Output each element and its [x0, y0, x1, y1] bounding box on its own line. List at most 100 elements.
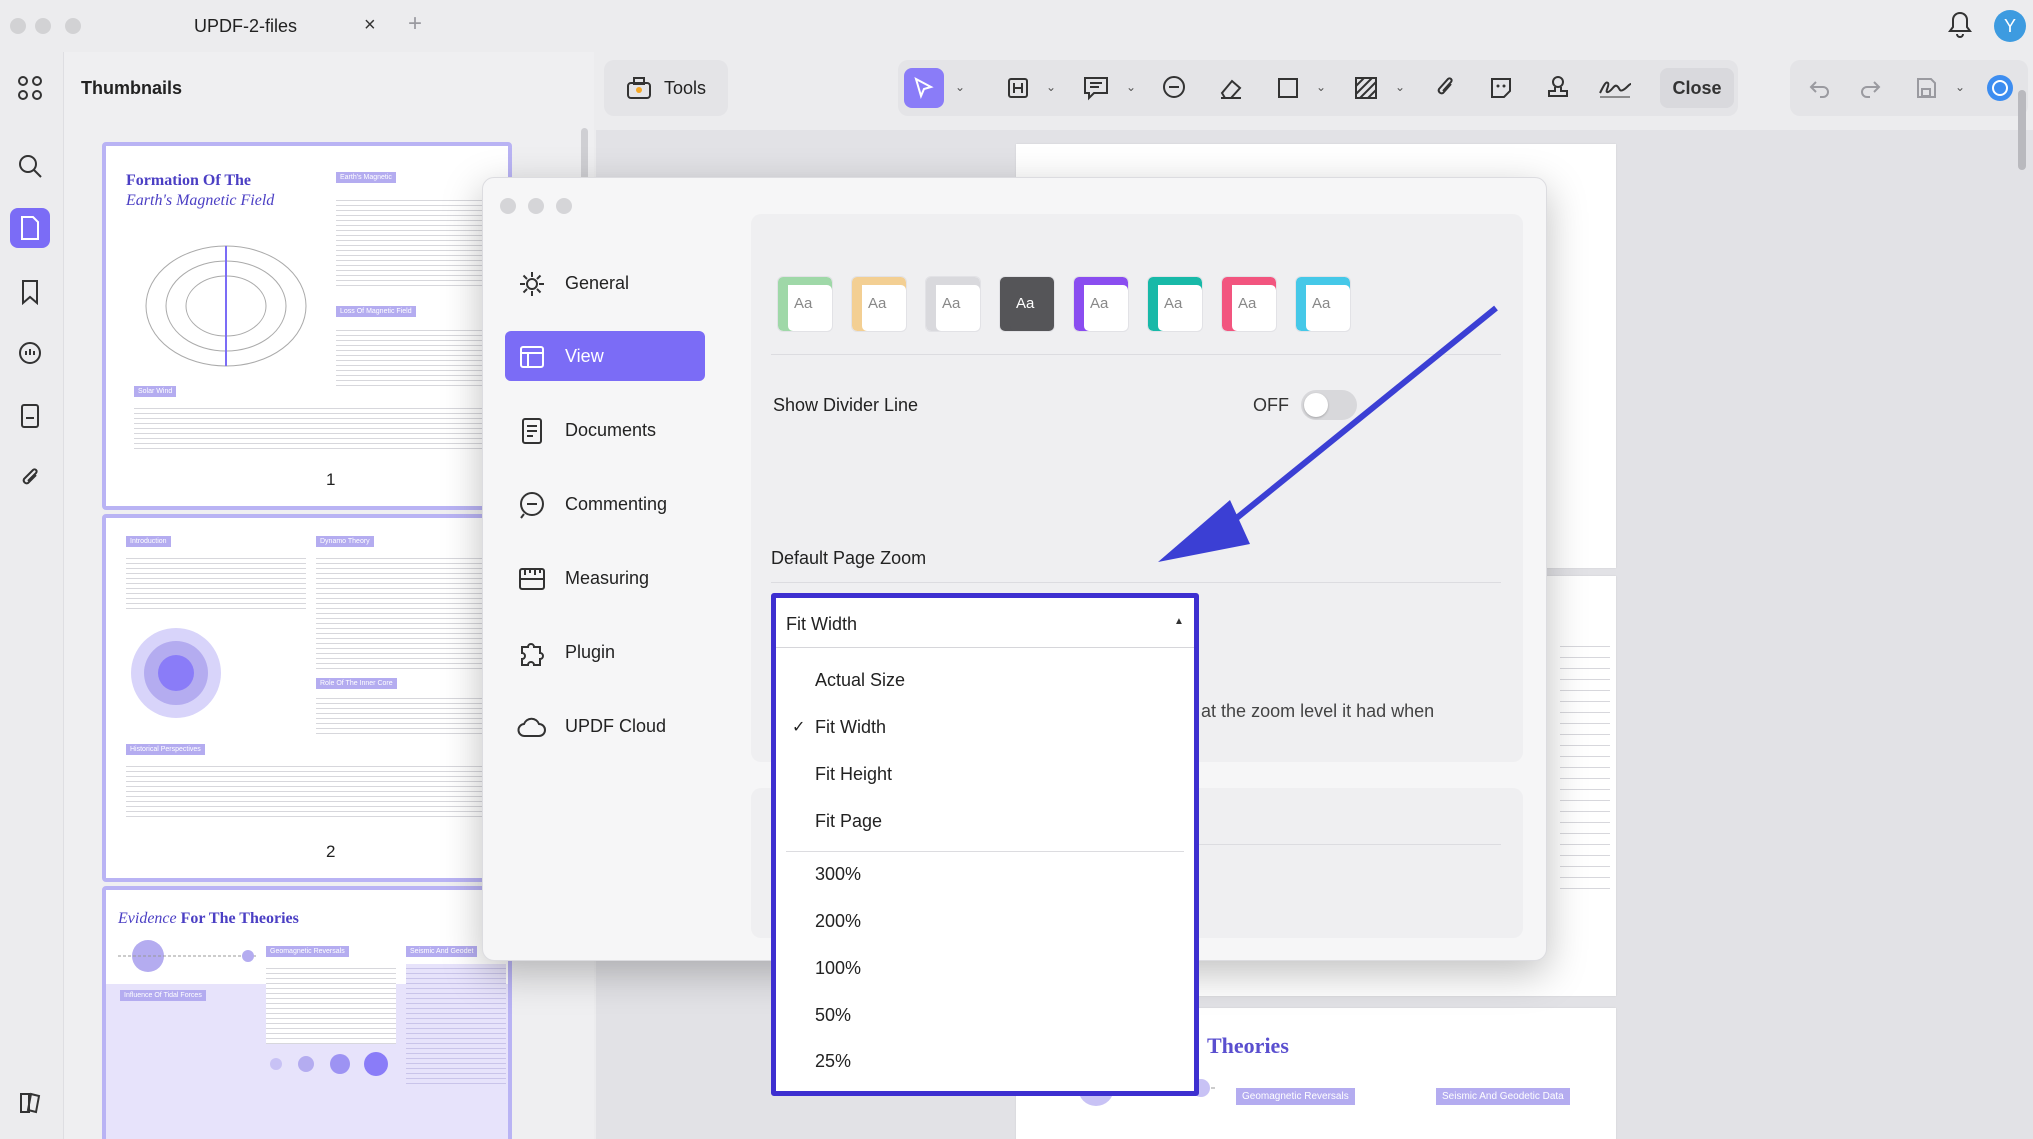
zoom-option-label: 50% [815, 1005, 852, 1025]
thumb3-tag1: Geomagnetic Reversals [266, 946, 349, 957]
rectangle-shape-icon[interactable] [1268, 68, 1308, 108]
thumbnails-title: Thumbnails [81, 78, 183, 98]
nav-measuring[interactable]: Measuring [505, 553, 705, 603]
user-avatar[interactable]: Y [1994, 10, 2026, 42]
zoom-option-label: 200% [815, 911, 862, 931]
zoom-divider [771, 582, 1501, 583]
nav-measuring-label: Measuring [565, 568, 650, 588]
theme-swatch-green[interactable]: Aa [777, 276, 833, 332]
zoom-option-fit-width[interactable]: ✓ Fit Width [776, 705, 1194, 749]
thumb1-text-block [336, 196, 486, 286]
thumb2-tag1: Introduction [126, 536, 171, 547]
theme-swatch-purple[interactable]: Aa [1073, 276, 1129, 332]
dialog-zoom-button[interactable] [556, 198, 572, 214]
thumb2-tag2: Dynamo Theory [316, 536, 374, 547]
thumbnail-page-1[interactable]: Formation Of The Earth's Magnetic Field … [102, 142, 512, 510]
chevron-down-icon[interactable]: ⌄ [1126, 80, 1136, 94]
sticky-note-icon[interactable] [1076, 68, 1116, 108]
thumb3-tag3: Influence Of Tidal Forces [120, 990, 206, 1001]
theme-swatch-orange[interactable]: Aa [851, 276, 907, 332]
zoom-option-50[interactable]: 50% [776, 993, 1194, 1037]
zoom-option-200[interactable]: 200% [776, 899, 1194, 943]
eraser-icon[interactable] [1211, 68, 1251, 108]
nav-view[interactable]: View [505, 331, 705, 381]
default-zoom-label: Default Page Zoom [771, 548, 927, 568]
thumbnail-number-2: 2 [326, 842, 336, 861]
attachment-icon[interactable] [10, 458, 50, 498]
ai-assistant-icon[interactable] [1980, 68, 2020, 108]
cloud-icon [517, 712, 547, 742]
zoom-dropdown-selected[interactable]: Fit Width ▲ [776, 598, 1194, 648]
sticker-icon[interactable] [1481, 68, 1521, 108]
tools-label: Tools [664, 78, 707, 98]
chevron-down-icon[interactable]: ⌄ [1955, 80, 1965, 94]
document-scrollbar[interactable] [2018, 90, 2026, 170]
document-tab[interactable]: UPDF-2-files × [158, 8, 392, 44]
thumb1-tag1: Earth's Magnetic [336, 172, 396, 183]
thumb3-heading: Evidence For The Theories [118, 910, 299, 928]
zoom-option-fit-height[interactable]: Fit Height [776, 752, 1194, 796]
comments-icon[interactable] [10, 334, 50, 374]
save-icon[interactable] [1906, 68, 1946, 108]
thumbnail-number-1: 1 [326, 470, 336, 489]
zoom-option-300[interactable]: 300% [776, 852, 1194, 896]
nav-commenting-label: Commenting [565, 494, 668, 514]
gear-icon [517, 269, 547, 299]
redo-icon[interactable] [1850, 68, 1890, 108]
tools-button[interactable]: Tools [608, 66, 724, 110]
theme-swatch-gray[interactable]: Aa [925, 276, 981, 332]
search-icon[interactable] [10, 146, 50, 186]
thumb1-text-block-2 [336, 326, 486, 386]
zoom-option-label: 100% [815, 958, 862, 978]
attach-file-icon[interactable] [1425, 68, 1465, 108]
notification-bell-icon[interactable] [1948, 10, 1972, 40]
comment-bubble-icon[interactable] [1154, 68, 1194, 108]
nav-general[interactable]: General [505, 258, 705, 308]
window-close-button[interactable] [10, 18, 26, 34]
zoom-option-label: Actual Size [815, 670, 906, 690]
nav-commenting[interactable]: Commenting [505, 479, 705, 529]
nav-updf-cloud[interactable]: UPDF Cloud [505, 701, 705, 751]
zoom-option-label: 300% [815, 864, 862, 884]
zoom-option-fit-page[interactable]: Fit Page [776, 799, 1194, 843]
tools-icon [626, 76, 652, 100]
thumbnails-panel-icon[interactable] [10, 208, 50, 248]
thumb1-heading2: Earth's Magnetic Field [126, 192, 275, 209]
select-pointer-icon[interactable] [904, 68, 944, 108]
area-fill-icon[interactable] [1346, 68, 1386, 108]
theories-heading: Theories [1207, 1033, 1289, 1058]
chevron-down-icon[interactable]: ⌄ [1316, 80, 1326, 94]
bookmark-icon[interactable] [10, 272, 50, 312]
nav-plugin[interactable]: Plugin [505, 627, 705, 677]
tab-close-icon[interactable]: × [364, 14, 376, 37]
dialog-close-button[interactable] [500, 198, 516, 214]
zoom-option-actual-size[interactable]: Actual Size [776, 658, 1194, 702]
zoom-option-25[interactable]: 25% [776, 1039, 1194, 1083]
new-tab-icon[interactable]: + [408, 10, 422, 38]
zoom-dropdown[interactable]: Fit Width ▲ Actual Size ✓ Fit Width Fit … [771, 593, 1199, 1096]
theme-glyph: Aa [942, 295, 961, 312]
chevron-down-icon[interactable]: ⌄ [1395, 80, 1405, 94]
close-annotation-button[interactable]: Close [1660, 68, 1734, 108]
thumb3-text-block-2 [406, 964, 506, 1084]
layers-icon[interactable] [18, 1090, 44, 1116]
thumbnail-page-3[interactable]: Evidence For The Theories Geomagnetic Re… [102, 886, 512, 1139]
chevron-down-icon[interactable]: ⌄ [955, 80, 965, 94]
signature-icon[interactable] [1595, 68, 1635, 108]
pages-icon[interactable] [10, 396, 50, 436]
window-minimize-button[interactable] [35, 18, 51, 34]
theme-swatch-dark[interactable]: Aa [999, 276, 1055, 332]
zoom-option-label: Fit Width [815, 717, 887, 737]
home-grid-icon[interactable] [10, 68, 50, 108]
thumbnail-page-2[interactable]: Introduction Dynamo Theory Role Of The I… [102, 514, 512, 882]
dialog-minimize-button[interactable] [528, 198, 544, 214]
nav-documents[interactable]: Documents [505, 405, 705, 455]
stamp-icon[interactable] [1538, 68, 1578, 108]
undo-icon[interactable] [1800, 68, 1840, 108]
chevron-down-icon[interactable]: ⌄ [1046, 80, 1056, 94]
checkmark-icon: ✓ [792, 719, 806, 736]
window-zoom-button[interactable] [65, 18, 81, 34]
tab-title: UPDF-2-files [194, 16, 298, 36]
zoom-option-100[interactable]: 100% [776, 946, 1194, 990]
highlight-text-icon[interactable] [998, 68, 1038, 108]
